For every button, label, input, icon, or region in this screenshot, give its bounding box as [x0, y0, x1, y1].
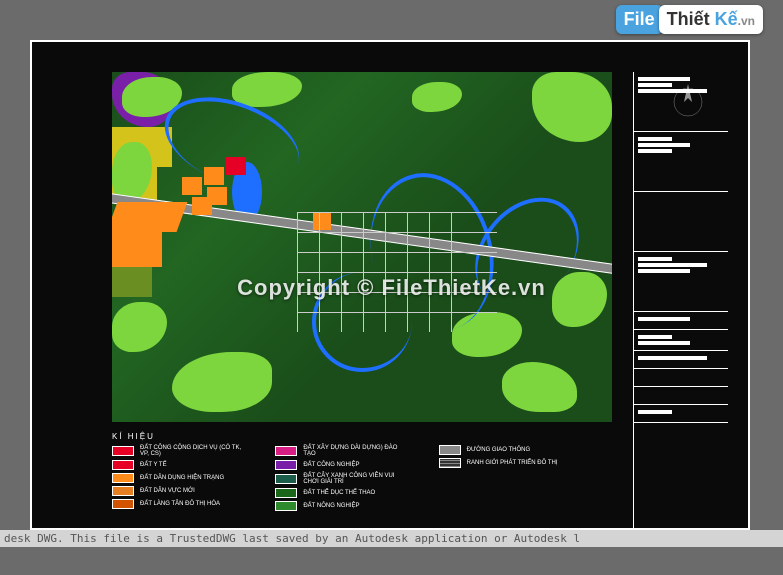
legend-item: ĐẤT NÔNG NGHIỆP: [275, 501, 408, 511]
legend-col-2: ĐẤT XÂY DỰNG DÀI DỰNG) ĐÀO TẠO ĐẤT CÔNG …: [275, 445, 408, 514]
status-text: desk DWG. This file is a TrustedDWG last…: [4, 532, 580, 545]
planning-map[interactable]: [112, 72, 612, 422]
tb-section: [634, 252, 728, 312]
land-block: [182, 177, 202, 195]
land-block: [192, 197, 212, 215]
logo-thiet: Thiết Kế.vn: [659, 5, 763, 34]
legend-item: ĐƯỜNG GIAO THÔNG: [439, 445, 572, 455]
tb-section: [634, 405, 728, 423]
drawing-sheet[interactable]: KÍ HIỆU ĐẤT CÔNG CỘNG DỊCH VỤ (CÓ TK, VP…: [30, 40, 750, 530]
watermark-logo: FileThiết Kế.vn: [616, 5, 763, 34]
logo-file: File: [616, 5, 663, 34]
land-block: [112, 232, 162, 267]
legend: KÍ HIỆU ĐẤT CÔNG CỘNG DỊCH VỤ (CÓ TK, VP…: [112, 432, 572, 514]
street-grid: [297, 212, 497, 332]
legend-item: ĐẤT CÔNG NGHIỆP: [275, 460, 408, 470]
legend-item: ĐẤT DÂN VỰC MỚI: [112, 486, 245, 496]
legend-col-1: ĐẤT CÔNG CỘNG DỊCH VỤ (CÓ TK, VP, CS) ĐẤ…: [112, 445, 245, 514]
legend-item: ĐẤT LÀNG TÂN ĐÔ THỊ HÓA: [112, 499, 245, 509]
legend-item: RANH GIỚI PHÁT TRIỂN ĐÔ THỊ: [439, 458, 572, 468]
tb-section: [634, 192, 728, 252]
tb-section: [634, 423, 728, 441]
green-patch: [112, 302, 167, 352]
tb-section: [634, 312, 728, 330]
tb-section: [634, 369, 728, 387]
legend-item: ĐẤT CÂY XANH CÔNG VIÊN VUI CHƠI GIẢI TRÍ: [275, 473, 408, 485]
green-patch: [532, 72, 612, 142]
green-patch: [502, 362, 577, 412]
legend-item: ĐẤT XÂY DỰNG DÀI DỰNG) ĐÀO TẠO: [275, 445, 408, 457]
land-block: [226, 157, 246, 175]
legend-item: ĐẤT Y TẾ: [112, 460, 245, 470]
title-block: [633, 72, 728, 532]
green-patch: [232, 72, 302, 107]
land-block: [204, 167, 224, 185]
green-patch: [172, 352, 272, 412]
legend-col-3: ĐƯỜNG GIAO THÔNG RANH GIỚI PHÁT TRIỂN ĐÔ…: [439, 445, 572, 514]
green-patch: [412, 82, 462, 112]
tb-section: [634, 132, 728, 192]
legend-item: ĐẤT CÔNG CỘNG DỊCH VỤ (CÓ TK, VP, CS): [112, 445, 245, 457]
tb-section: [634, 72, 728, 132]
tb-section: [634, 330, 728, 351]
cad-status-bar: desk DWG. This file is a TrustedDWG last…: [0, 530, 783, 547]
land-block: [112, 202, 187, 232]
legend-title: KÍ HIỆU: [112, 432, 572, 441]
tb-section: [634, 387, 728, 405]
legend-item: ĐẤT DÂN DỤNG HIỆN TRẠNG: [112, 473, 245, 483]
land-block: [112, 267, 152, 297]
tb-section: [634, 351, 728, 369]
legend-item: ĐẤT THỂ DỤC THỂ THAO: [275, 488, 408, 498]
